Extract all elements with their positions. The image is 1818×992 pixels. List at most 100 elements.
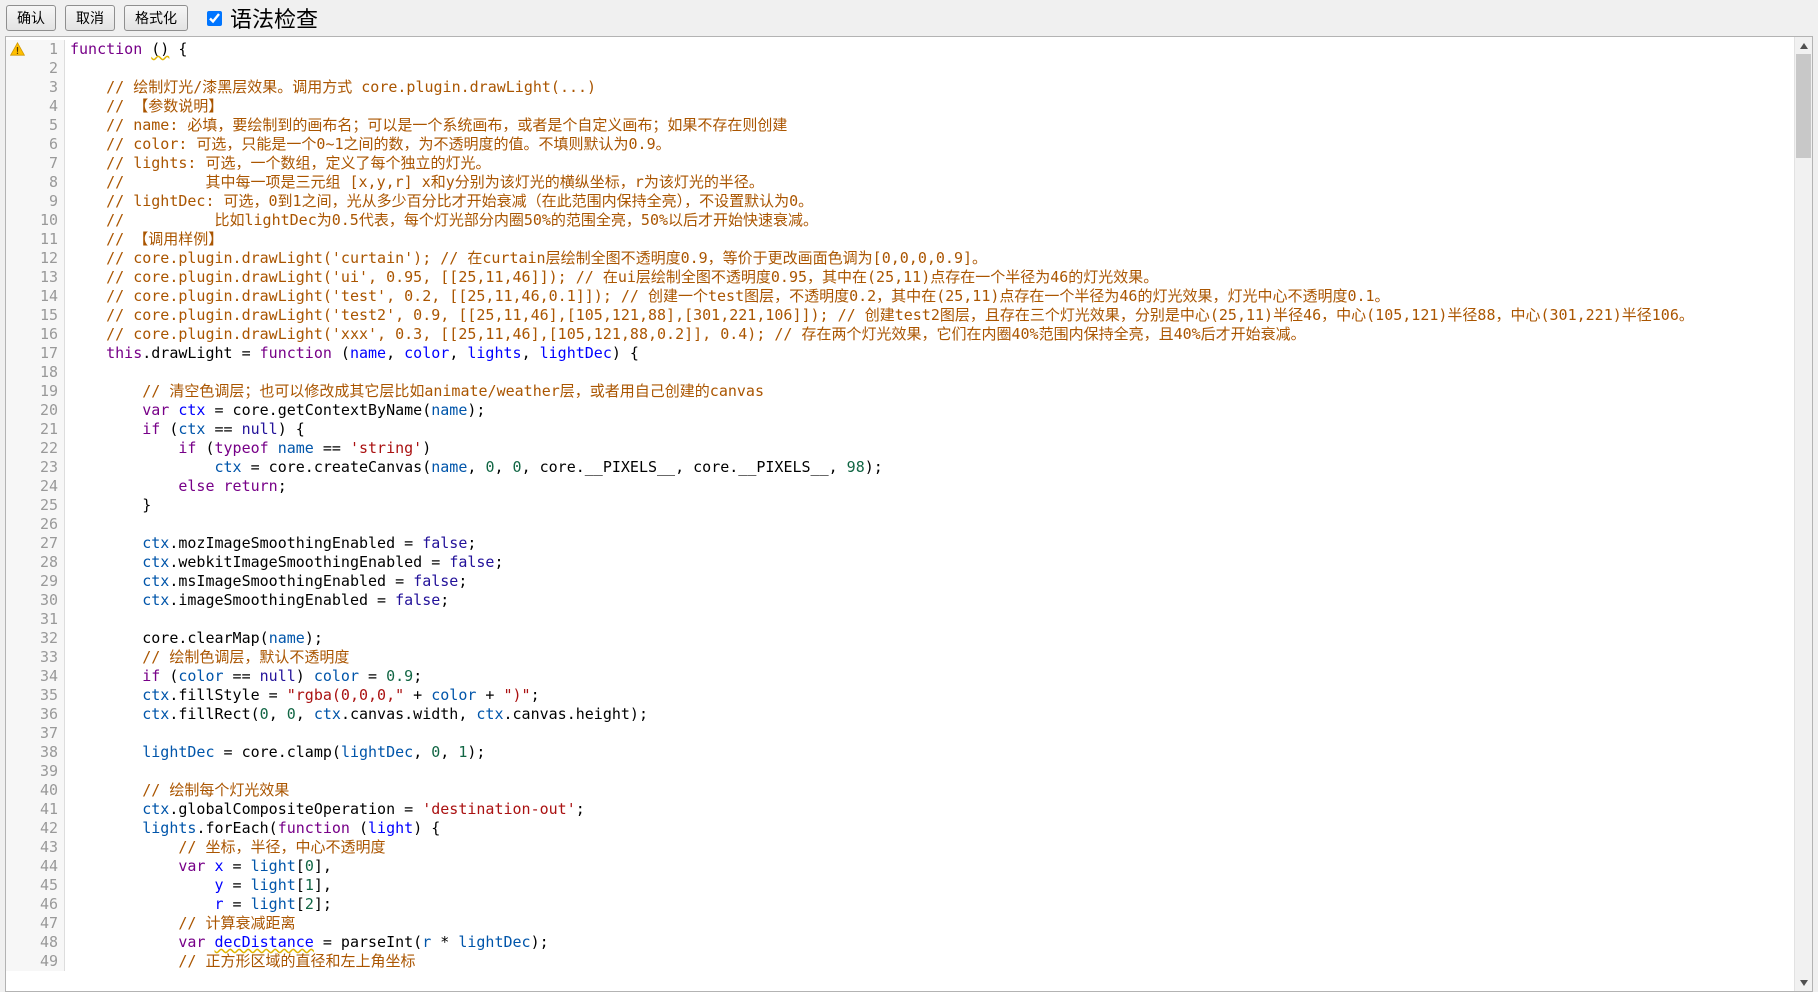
code-line[interactable]: 15 // core.plugin.drawLight('test2', 0.9… [6,306,1794,325]
code-line[interactable]: 14 // core.plugin.drawLight('test', 0.2,… [6,287,1794,306]
code-line[interactable]: 24 else return; [6,477,1794,496]
line-number: 3 [28,78,65,97]
code-lines[interactable]: !1function () {23 // 绘制灯光/漆黑层效果。调用方式 cor… [6,37,1794,991]
code-line[interactable]: 30 ctx.imageSmoothingEnabled = false; [6,591,1794,610]
code-line[interactable]: 43 // 坐标，半径，中心不透明度 [6,838,1794,857]
code-line[interactable]: 31 [6,610,1794,629]
code-line[interactable]: 21 if (ctx == null) { [6,420,1794,439]
code-line[interactable]: 45 y = light[1], [6,876,1794,895]
code-line[interactable]: 39 [6,762,1794,781]
code-line[interactable]: 26 [6,515,1794,534]
code-line[interactable]: 36 ctx.fillRect(0, 0, ctx.canvas.width, … [6,705,1794,724]
line-number: 16 [28,325,65,344]
code-line[interactable]: 34 if (color == null) color = 0.9; [6,667,1794,686]
code-text: var x = light[0], [65,857,1794,876]
scrollbar-thumb[interactable] [1796,54,1811,158]
gutter-marker [6,211,28,230]
code-line[interactable]: 9 // lightDec: 可选，0到1之间，光从多少百分比才开始衰减（在此范… [6,192,1794,211]
triangle-up-icon [1800,43,1808,49]
code-line[interactable]: 22 if (typeof name == 'string') [6,439,1794,458]
toolbar: 确认 取消 格式化 语法检查 [0,0,1818,36]
code-line[interactable]: 42 lights.forEach(function (light) { [6,819,1794,838]
code-line[interactable]: !1function () { [6,40,1794,59]
code-line[interactable]: 3 // 绘制灯光/漆黑层效果。调用方式 core.plugin.drawLig… [6,78,1794,97]
code-text: // core.plugin.drawLight('xxx', 0.3, [[2… [65,325,1794,344]
code-line[interactable]: 10 // 比如lightDec为0.5代表，每个灯光部分内圈50%的范围全亮，… [6,211,1794,230]
line-number: 23 [28,458,65,477]
code-line[interactable]: 16 // core.plugin.drawLight('xxx', 0.3, … [6,325,1794,344]
code-line[interactable]: 25 } [6,496,1794,515]
code-line[interactable]: 44 var x = light[0], [6,857,1794,876]
code-text [65,59,1794,78]
gutter-marker [6,78,28,97]
line-number: 44 [28,857,65,876]
cancel-button[interactable]: 取消 [65,5,115,31]
gutter-marker [6,800,28,819]
warning-icon: ! [6,40,28,59]
gutter-marker [6,838,28,857]
code-text: // name: 必填，要绘制到的画布名；可以是一个系统画布，或者是个自定义画布… [65,116,1794,135]
code-text: ctx.imageSmoothingEnabled = false; [65,591,1794,610]
code-text: if (typeof name == 'string') [65,439,1794,458]
code-line[interactable]: 48 var decDistance = parseInt(r * lightD… [6,933,1794,952]
gutter-marker [6,553,28,572]
code-line[interactable]: 2 [6,59,1794,78]
code-line[interactable]: 41 ctx.globalCompositeOperation = 'desti… [6,800,1794,819]
code-line[interactable]: 28 ctx.webkitImageSmoothingEnabled = fal… [6,553,1794,572]
code-text: // core.plugin.drawLight('test', 0.2, [[… [65,287,1794,306]
code-line[interactable]: 18 [6,363,1794,382]
gutter-marker [6,724,28,743]
code-line[interactable]: 37 [6,724,1794,743]
code-line[interactable]: 13 // core.plugin.drawLight('ui', 0.95, … [6,268,1794,287]
line-number: 20 [28,401,65,420]
code-line[interactable]: 23 ctx = core.createCanvas(name, 0, 0, c… [6,458,1794,477]
line-number: 29 [28,572,65,591]
line-number: 31 [28,610,65,629]
code-line[interactable]: 33 // 绘制色调层，默认不透明度 [6,648,1794,667]
line-number: 45 [28,876,65,895]
syntax-check-checkbox[interactable] [207,11,222,26]
code-text: var ctx = core.getContextByName(name); [65,401,1794,420]
code-text: // 【调用样例】 [65,230,1794,249]
code-line[interactable]: 38 lightDec = core.clamp(lightDec, 0, 1)… [6,743,1794,762]
code-text: // 正方形区域的直径和左上角坐标 [65,952,1794,971]
code-line[interactable]: 5 // name: 必填，要绘制到的画布名；可以是一个系统画布，或者是个自定义… [6,116,1794,135]
gutter-marker [6,667,28,686]
gutter-marker [6,648,28,667]
line-number: 14 [28,287,65,306]
format-button[interactable]: 格式化 [124,5,188,31]
confirm-button[interactable]: 确认 [6,5,56,31]
code-editor[interactable]: !1function () {23 // 绘制灯光/漆黑层效果。调用方式 cor… [5,36,1813,992]
code-line[interactable]: 7 // lights: 可选，一个数组，定义了每个独立的灯光。 [6,154,1794,173]
code-line[interactable]: 32 core.clearMap(name); [6,629,1794,648]
code-line[interactable]: 12 // core.plugin.drawLight('curtain'); … [6,249,1794,268]
scroll-down-button[interactable] [1795,974,1812,991]
code-line[interactable]: 49 // 正方形区域的直径和左上角坐标 [6,952,1794,971]
gutter-marker [6,876,28,895]
code-line[interactable]: 40 // 绘制每个灯光效果 [6,781,1794,800]
code-text: // 清空色调层；也可以修改成其它层比如animate/weather层，或者用… [65,382,1794,401]
line-number: 13 [28,268,65,287]
gutter-marker [6,173,28,192]
code-line[interactable]: 4 // 【参数说明】 [6,97,1794,116]
gutter-marker [6,705,28,724]
code-line[interactable]: 11 // 【调用样例】 [6,230,1794,249]
code-line[interactable]: 20 var ctx = core.getContextByName(name)… [6,401,1794,420]
code-line[interactable]: 46 r = light[2]; [6,895,1794,914]
code-text [65,363,1794,382]
gutter-marker [6,306,28,325]
code-line[interactable]: 35 ctx.fillStyle = "rgba(0,0,0," + color… [6,686,1794,705]
line-number: 39 [28,762,65,781]
code-line[interactable]: 17 this.drawLight = function (name, colo… [6,344,1794,363]
code-line[interactable]: 8 // 其中每一项是三元组 [x,y,r] x和y分别为该灯光的横纵坐标，r为… [6,173,1794,192]
code-line[interactable]: 47 // 计算衰减距离 [6,914,1794,933]
code-line[interactable]: 6 // color: 可选，只能是一个0~1之间的数，为不透明度的值。不填则默… [6,135,1794,154]
code-line[interactable]: 27 ctx.mozImageSmoothingEnabled = false; [6,534,1794,553]
code-line[interactable]: 29 ctx.msImageSmoothingEnabled = false; [6,572,1794,591]
line-number: 33 [28,648,65,667]
vertical-scrollbar[interactable] [1794,37,1812,991]
line-number: 41 [28,800,65,819]
scroll-up-button[interactable] [1795,37,1812,54]
line-number: 26 [28,515,65,534]
code-line[interactable]: 19 // 清空色调层；也可以修改成其它层比如animate/weather层，… [6,382,1794,401]
